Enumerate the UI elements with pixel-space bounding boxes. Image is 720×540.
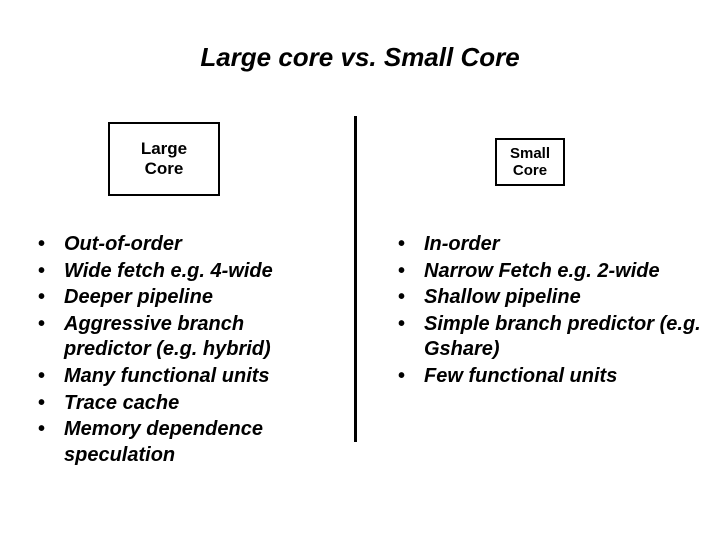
list-item: Trace cache xyxy=(30,391,334,417)
slide-title: Large core vs. Small Core xyxy=(0,42,720,73)
small-core-box: SmallCore xyxy=(495,138,565,186)
list-item: Few functional units xyxy=(390,364,712,390)
vertical-divider xyxy=(354,116,357,442)
list-item: Deeper pipeline xyxy=(30,285,334,311)
large-core-label: LargeCore xyxy=(141,139,187,180)
list-item: Shallow pipeline xyxy=(390,285,712,311)
list-item: In-order xyxy=(390,232,712,258)
large-core-list: Out-of-order Wide fetch e.g. 4-wide Deep… xyxy=(30,232,334,469)
list-item: Aggressive branch predictor (e.g. hybrid… xyxy=(30,312,334,363)
list-item: Many functional units xyxy=(30,364,334,390)
list-item: Wide fetch e.g. 4-wide xyxy=(30,259,334,285)
small-core-label: SmallCore xyxy=(510,145,550,180)
large-core-box: LargeCore xyxy=(108,122,220,196)
small-core-list: In-order Narrow Fetch e.g. 2-wide Shallo… xyxy=(390,232,712,391)
list-item: Simple branch predictor (e.g. Gshare) xyxy=(390,312,712,363)
list-item: Narrow Fetch e.g. 2-wide xyxy=(390,259,712,285)
list-item: Memory dependence speculation xyxy=(30,417,334,468)
list-item: Out-of-order xyxy=(30,232,334,258)
